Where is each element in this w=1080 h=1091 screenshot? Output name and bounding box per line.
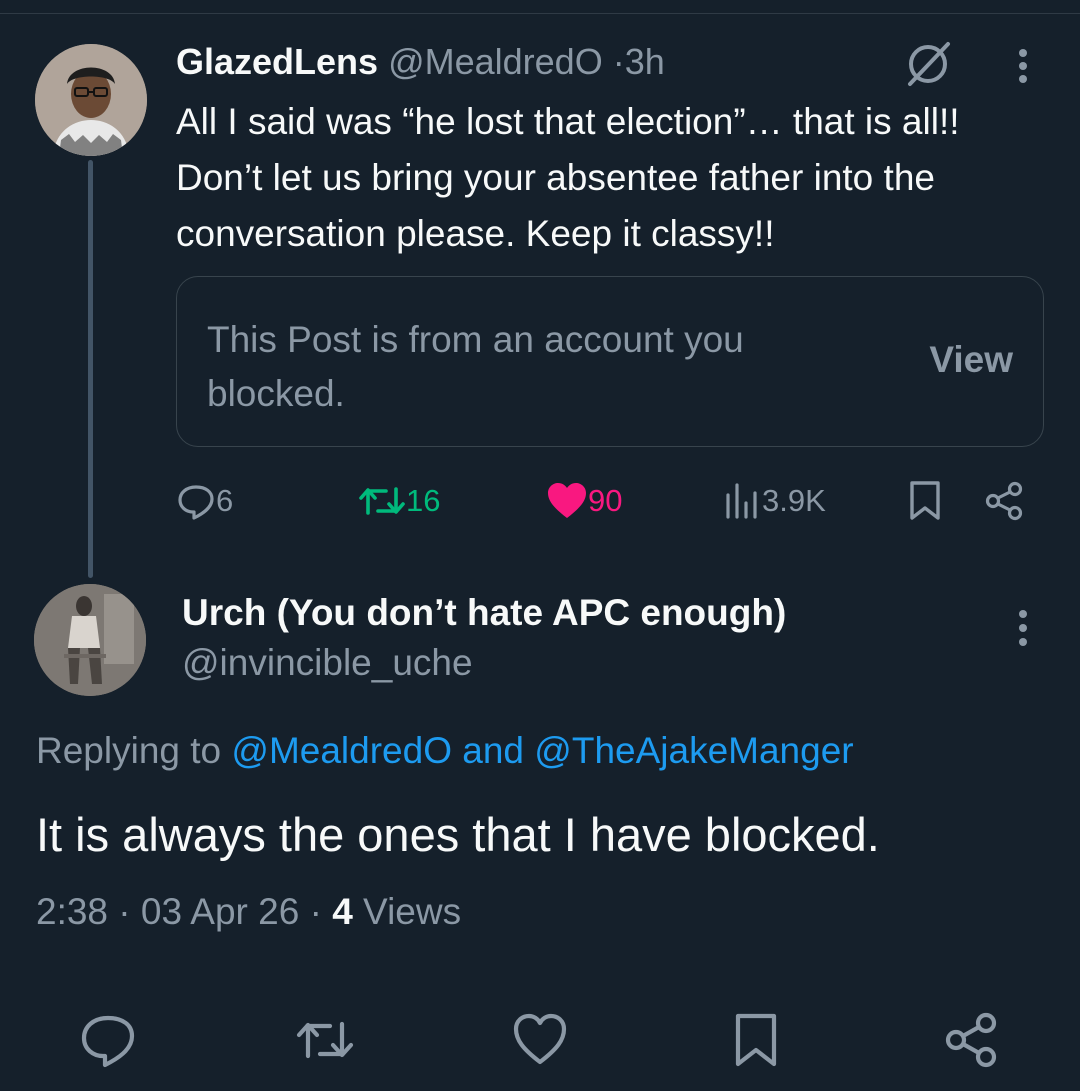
views-action[interactable]: 3.9K [722, 478, 826, 524]
reply-display-name[interactable]: Urch (You don’t hate APC enough) [182, 592, 786, 633]
replying-user-link[interactable]: @TheAjakeManger [534, 730, 853, 771]
heart-icon [548, 483, 586, 518]
heart-icon[interactable] [510, 1010, 570, 1070]
reply-action[interactable]: 6 [176, 478, 233, 524]
reply-avatar[interactable] [34, 584, 146, 696]
repost-count: 16 [406, 483, 441, 518]
parent-display-name[interactable]: GlazedLens [176, 41, 378, 82]
like-action[interactable]: 90 [546, 478, 622, 524]
views-number: 4 [332, 891, 353, 932]
post-date[interactable]: 03 Apr 26 [141, 891, 299, 932]
replying-to: Replying to @MealdredO and @TheAjakeMang… [36, 726, 854, 776]
top-divider [0, 13, 1080, 14]
speech-bubble-icon[interactable] [78, 1010, 138, 1070]
grok-slash-circle-icon[interactable] [900, 36, 956, 92]
parent-post-text: All I said was “he lost that election”… … [176, 101, 960, 254]
bar-chart-icon [726, 483, 757, 519]
share-nodes-icon [985, 481, 1023, 521]
reply-header: Urch (You don’t hate APC enough) [182, 588, 786, 638]
blocked-quote-card: This Post is from an account you blocked… [176, 276, 1044, 447]
speech-bubble-icon [178, 485, 214, 520]
blocked-notice-text: This Post is from an account you blocked… [207, 319, 744, 414]
reply-handle[interactable]: @invincible_uche [182, 638, 473, 688]
parent-header: GlazedLens @MealdredO ·3h [176, 40, 665, 84]
replying-prefix: Replying to [36, 730, 232, 771]
views-count: 3.9K [762, 483, 826, 518]
like-count: 90 [588, 483, 623, 518]
more-vertical-icon[interactable] [1017, 49, 1029, 83]
share-action[interactable] [984, 478, 1024, 524]
share-nodes-icon[interactable] [942, 1010, 1002, 1070]
replying-and: and [451, 730, 535, 771]
more-vertical-icon[interactable] [1017, 610, 1029, 646]
parent-avatar[interactable] [35, 44, 147, 156]
views-label: Views [352, 891, 462, 932]
view-button[interactable]: View [929, 339, 1013, 381]
post-time[interactable]: 2:38 [36, 891, 108, 932]
thread-line [88, 160, 93, 578]
bookmark-icon[interactable] [726, 1010, 786, 1070]
post-meta: 2:38 · 03 Apr 26 · 4 Views [36, 886, 461, 938]
reply-count: 6 [216, 483, 234, 518]
parent-time[interactable]: 3h [625, 41, 665, 82]
parent-handle[interactable]: @MealdredO [388, 41, 603, 82]
bookmark-action[interactable] [908, 478, 942, 524]
replying-user-link[interactable]: @MealdredO [231, 730, 452, 771]
meta-dot: · [108, 891, 141, 932]
reply-post-text: It is always the ones that I have blocke… [36, 808, 880, 861]
bookmark-icon [910, 481, 940, 520]
parent-dot: · [612, 41, 625, 82]
meta-dot: · [299, 891, 333, 932]
repost-action[interactable]: 16 [358, 478, 440, 524]
repost-arrows-icon [359, 487, 405, 515]
repost-arrows-icon[interactable] [294, 1010, 354, 1070]
